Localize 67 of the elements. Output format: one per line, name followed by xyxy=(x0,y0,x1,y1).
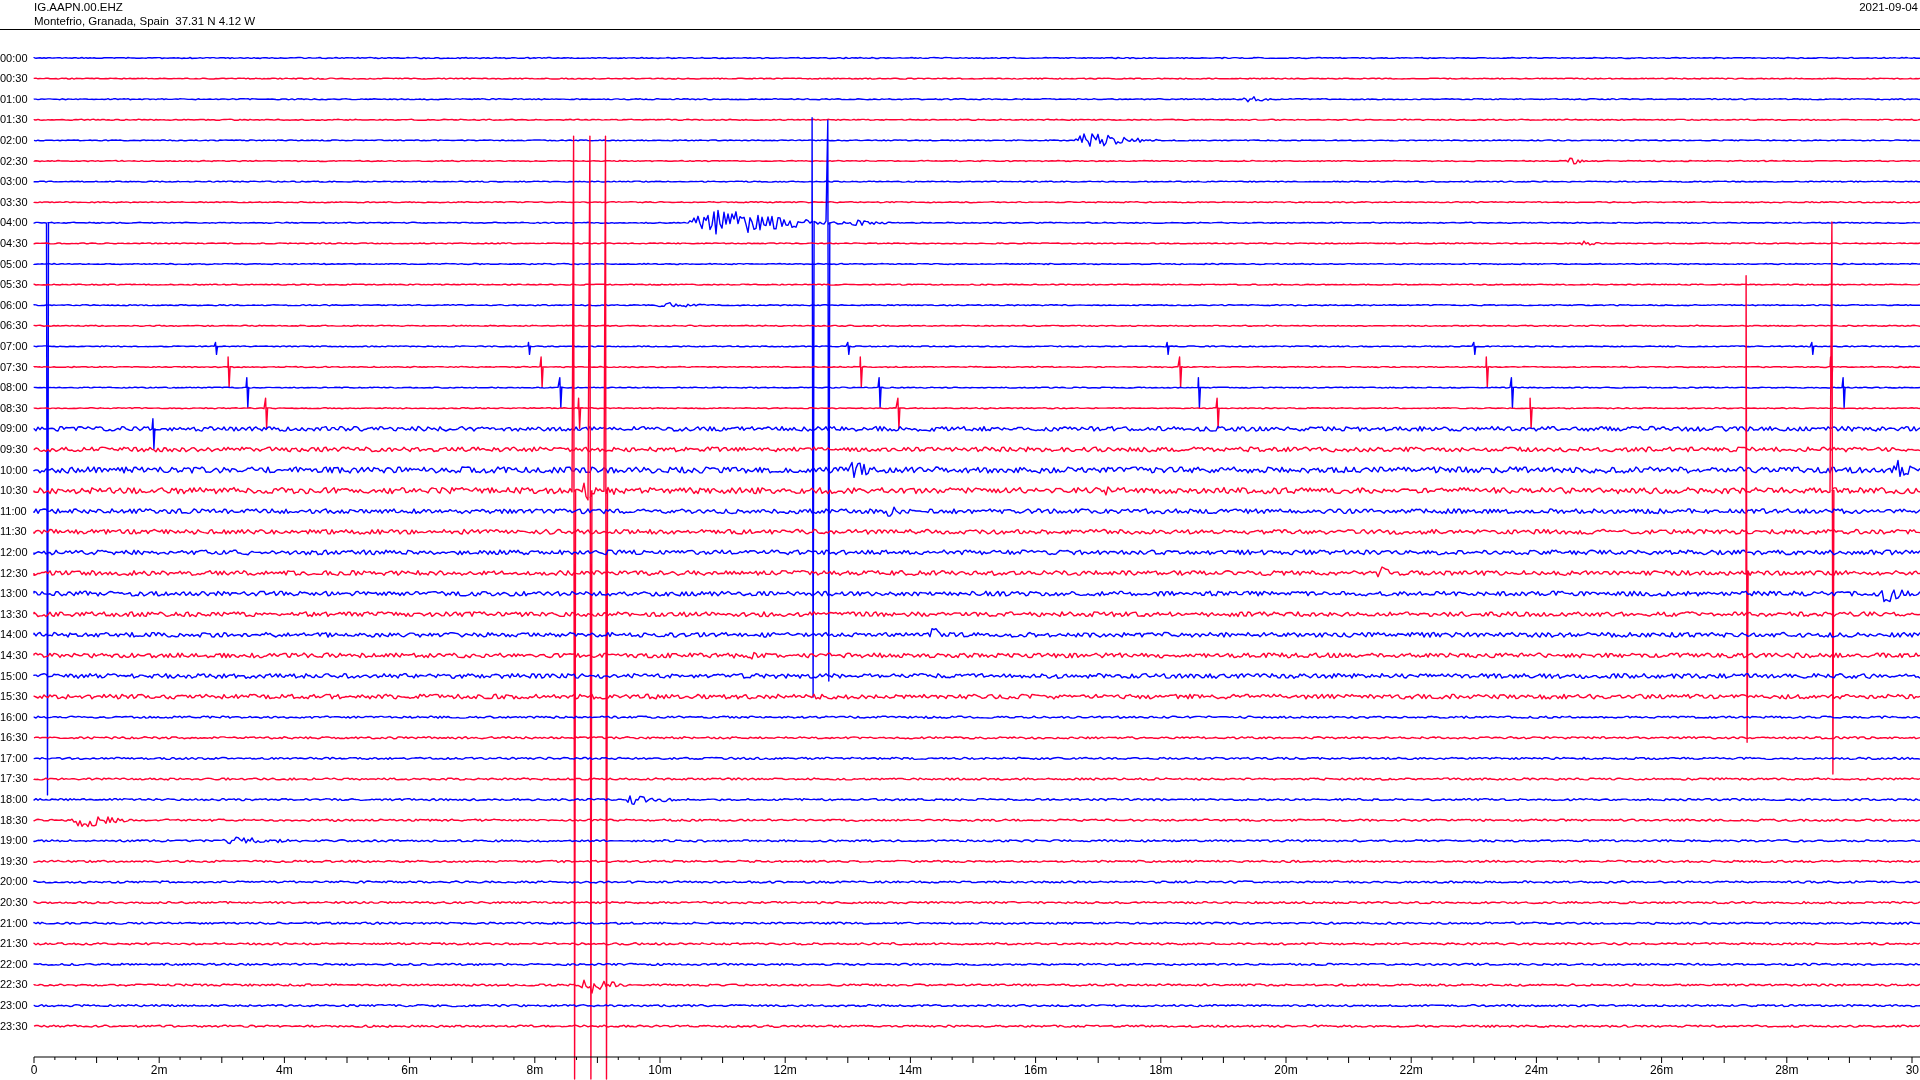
time-label: 04:30 xyxy=(0,236,29,252)
time-label: 03:00 xyxy=(0,174,29,190)
time-label: 11:00 xyxy=(0,503,28,519)
time-label: 21:00 xyxy=(0,915,29,931)
time-label: 16:30 xyxy=(0,730,29,746)
time-label: 07:00 xyxy=(0,339,29,354)
time-label: 20:30 xyxy=(0,895,29,911)
time-label: 22:30 xyxy=(0,977,29,993)
axis-label: 26m xyxy=(1649,1063,1674,1077)
time-label: 10:30 xyxy=(0,483,29,499)
time-label: 05:00 xyxy=(0,256,29,272)
axis-label: 22m xyxy=(1399,1063,1423,1077)
time-label: 20:00 xyxy=(0,874,29,890)
time-label: 00:00 xyxy=(0,50,29,66)
time-label: 02:30 xyxy=(0,153,29,169)
time-label: 14:00 xyxy=(0,627,29,643)
time-label: 07:30 xyxy=(0,359,29,375)
time-label: 10:00 xyxy=(0,462,29,478)
time-label: 04:00 xyxy=(0,215,29,231)
time-label: 08:00 xyxy=(0,380,29,396)
time-label: 18:30 xyxy=(0,812,29,828)
axis-label: 14m xyxy=(898,1063,923,1077)
time-label: 23:00 xyxy=(0,998,29,1013)
axis-label: 30 xyxy=(1905,1063,1919,1077)
axis-label: 12m xyxy=(773,1063,797,1077)
time-label: 09:00 xyxy=(0,421,29,437)
time-label: 13:00 xyxy=(0,586,29,602)
time-label: 23:30 xyxy=(0,1018,29,1034)
axis-label: 20m xyxy=(1274,1063,1298,1077)
axis-label: 24m xyxy=(1524,1063,1549,1077)
station-code: IG.AAPN.00.EHZ xyxy=(34,0,124,14)
time-label: 09:30 xyxy=(0,441,29,457)
axis-label: 16m xyxy=(1023,1063,1048,1077)
axis-label: 10m xyxy=(648,1063,672,1077)
time-label: 13:30 xyxy=(0,606,29,622)
time-label: 17:00 xyxy=(0,750,29,766)
axis-label: 0 xyxy=(30,1063,38,1077)
time-label: 14:30 xyxy=(0,647,29,663)
time-label: 15:00 xyxy=(0,668,29,684)
time-label: 08:30 xyxy=(0,400,29,416)
axis-label: 28m xyxy=(1775,1063,1799,1077)
time-label: 12:00 xyxy=(0,544,29,560)
axis-label: 6m xyxy=(401,1063,418,1077)
time-label: 01:30 xyxy=(0,112,29,128)
axis-label: 2m xyxy=(150,1063,168,1077)
time-label: 12:30 xyxy=(0,565,29,581)
time-label: 21:30 xyxy=(0,936,29,952)
axis-label: 18m xyxy=(1149,1063,1173,1077)
time-label: 01:00 xyxy=(0,91,29,107)
time-label: 16:00 xyxy=(0,709,29,725)
time-label: 05:30 xyxy=(0,277,29,293)
station-location: Montefrio, Granada, Spain 37.31 N 4.12 W xyxy=(34,14,256,28)
time-label: 06:30 xyxy=(0,318,29,334)
time-label: 22:00 xyxy=(0,956,29,972)
time-label: 19:00 xyxy=(0,833,29,849)
time-label: 19:30 xyxy=(0,853,29,869)
time-label: 17:30 xyxy=(0,771,29,787)
time-label: 03:30 xyxy=(0,194,29,210)
time-label: 15:30 xyxy=(0,689,29,705)
time-label: 02:00 xyxy=(0,133,29,149)
date-label: 2021-09-04 xyxy=(1859,0,1919,15)
time-label: 11:30 xyxy=(0,524,28,540)
time-label: 00:30 xyxy=(0,71,29,87)
time-label: 06:00 xyxy=(0,297,29,313)
axis-label: 8m xyxy=(526,1063,544,1077)
time-label: 18:00 xyxy=(0,792,29,808)
axis-label: 4m xyxy=(276,1063,293,1077)
